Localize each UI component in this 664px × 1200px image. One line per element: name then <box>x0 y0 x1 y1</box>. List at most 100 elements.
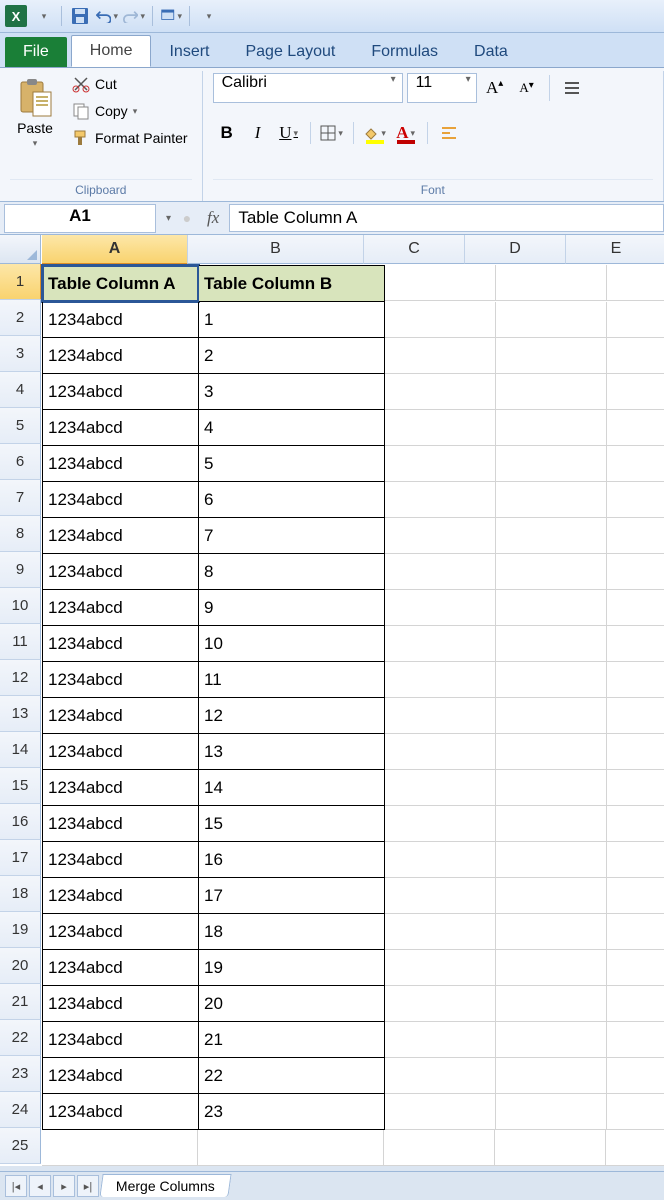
cell[interactable] <box>496 1094 607 1130</box>
row-header[interactable]: 12 <box>0 660 41 696</box>
cell[interactable] <box>384 1130 495 1166</box>
cell[interactable] <box>607 1058 664 1094</box>
cell[interactable] <box>607 338 664 374</box>
cell[interactable]: 1234abcd <box>42 770 199 806</box>
cell[interactable] <box>385 1022 496 1058</box>
row-header[interactable]: 25 <box>0 1128 41 1164</box>
cell[interactable] <box>385 914 496 950</box>
cell[interactable] <box>607 482 664 518</box>
cell[interactable] <box>385 698 496 734</box>
row-header[interactable]: 21 <box>0 984 41 1020</box>
row-header[interactable]: 2 <box>0 300 41 336</box>
cell[interactable] <box>496 590 607 626</box>
bold-button[interactable]: B <box>213 119 241 147</box>
cell[interactable]: 1234abcd <box>42 338 199 374</box>
cell[interactable]: 9 <box>199 590 385 626</box>
row-header[interactable]: 20 <box>0 948 41 984</box>
row-header[interactable]: 1 <box>0 264 42 300</box>
cell[interactable]: 1234abcd <box>42 302 199 338</box>
cell[interactable]: 1234abcd <box>42 842 199 878</box>
cell[interactable]: 20 <box>199 986 385 1022</box>
cell[interactable]: 4 <box>199 410 385 446</box>
row-header[interactable]: 8 <box>0 516 41 552</box>
cell[interactable] <box>496 1022 607 1058</box>
cell[interactable]: 15 <box>199 806 385 842</box>
column-header[interactable]: A <box>42 235 188 265</box>
name-box[interactable]: A1 <box>4 204 156 233</box>
cell[interactable]: 8 <box>199 554 385 590</box>
cell[interactable] <box>607 950 664 986</box>
cell[interactable]: 12 <box>199 698 385 734</box>
cell[interactable] <box>496 842 607 878</box>
cell[interactable]: 19 <box>199 950 385 986</box>
cell[interactable] <box>496 950 607 986</box>
namebox-dropdown-icon[interactable]: ▾ <box>160 213 177 224</box>
cell[interactable] <box>496 446 607 482</box>
cell[interactable] <box>385 806 496 842</box>
column-header[interactable]: B <box>188 235 364 264</box>
underline-button[interactable]: U <box>275 119 303 147</box>
cell[interactable]: 1234abcd <box>42 374 199 410</box>
formula-input[interactable]: Table Column A <box>229 204 664 232</box>
cut-button[interactable]: Cut <box>68 73 192 95</box>
cell[interactable] <box>385 302 496 338</box>
cell[interactable] <box>385 1058 496 1094</box>
cell[interactable]: Table Column B <box>199 265 385 302</box>
row-header[interactable]: 14 <box>0 732 41 768</box>
tab-insert[interactable]: Insert <box>151 37 227 67</box>
cell[interactable] <box>607 986 664 1022</box>
cell[interactable]: 1234abcd <box>42 1094 199 1130</box>
cell[interactable] <box>496 734 607 770</box>
cell[interactable] <box>607 518 664 554</box>
cell[interactable] <box>607 914 664 950</box>
cell[interactable]: 1234abcd <box>42 1022 199 1058</box>
cell[interactable]: 10 <box>199 626 385 662</box>
row-header[interactable]: 19 <box>0 912 41 948</box>
row-header[interactable]: 16 <box>0 804 41 840</box>
cell[interactable]: 1234abcd <box>42 878 199 914</box>
cell[interactable]: 1234abcd <box>42 554 199 590</box>
cell[interactable]: 1234abcd <box>42 914 199 950</box>
cell[interactable] <box>385 518 496 554</box>
copy-button[interactable]: Copy ▾ <box>68 100 192 122</box>
font-size-select[interactable]: 11▾ <box>407 73 477 103</box>
cell[interactable]: 2 <box>199 338 385 374</box>
cell[interactable] <box>607 302 664 338</box>
undo-icon[interactable] <box>96 5 118 27</box>
select-all-corner[interactable] <box>0 235 41 264</box>
cell[interactable] <box>496 698 607 734</box>
cell[interactable] <box>385 554 496 590</box>
sheet-nav-prev-icon[interactable]: ◂ <box>29 1175 51 1197</box>
cell[interactable] <box>607 770 664 806</box>
cell[interactable] <box>496 770 607 806</box>
cell[interactable] <box>385 662 496 698</box>
row-header[interactable]: 18 <box>0 876 41 912</box>
cell[interactable]: 6 <box>199 482 385 518</box>
font-color-button[interactable]: A <box>392 119 420 147</box>
cell[interactable] <box>607 1094 664 1130</box>
cell[interactable]: 1234abcd <box>42 446 199 482</box>
sheet-nav-next-icon[interactable]: ▸ <box>53 1175 75 1197</box>
fill-color-button[interactable] <box>361 119 389 147</box>
cell[interactable] <box>495 1130 606 1166</box>
cell[interactable] <box>496 806 607 842</box>
cell[interactable]: 3 <box>199 374 385 410</box>
row-header[interactable]: 3 <box>0 336 41 372</box>
row-header[interactable]: 22 <box>0 1020 41 1056</box>
cell[interactable] <box>607 446 664 482</box>
row-header[interactable]: 5 <box>0 408 41 444</box>
cell[interactable]: 18 <box>199 914 385 950</box>
cell[interactable]: 1234abcd <box>42 590 199 626</box>
cell[interactable] <box>496 265 607 301</box>
cell[interactable]: 1234abcd <box>42 410 199 446</box>
cell[interactable] <box>607 878 664 914</box>
cell[interactable] <box>496 482 607 518</box>
sheet-nav-last-icon[interactable]: ▸| <box>77 1175 99 1197</box>
cell[interactable] <box>385 590 496 626</box>
cell[interactable] <box>385 482 496 518</box>
cell[interactable]: 16 <box>199 842 385 878</box>
cell[interactable] <box>607 806 664 842</box>
cell[interactable] <box>385 878 496 914</box>
save-icon[interactable] <box>69 5 91 27</box>
cell[interactable] <box>198 1130 384 1166</box>
